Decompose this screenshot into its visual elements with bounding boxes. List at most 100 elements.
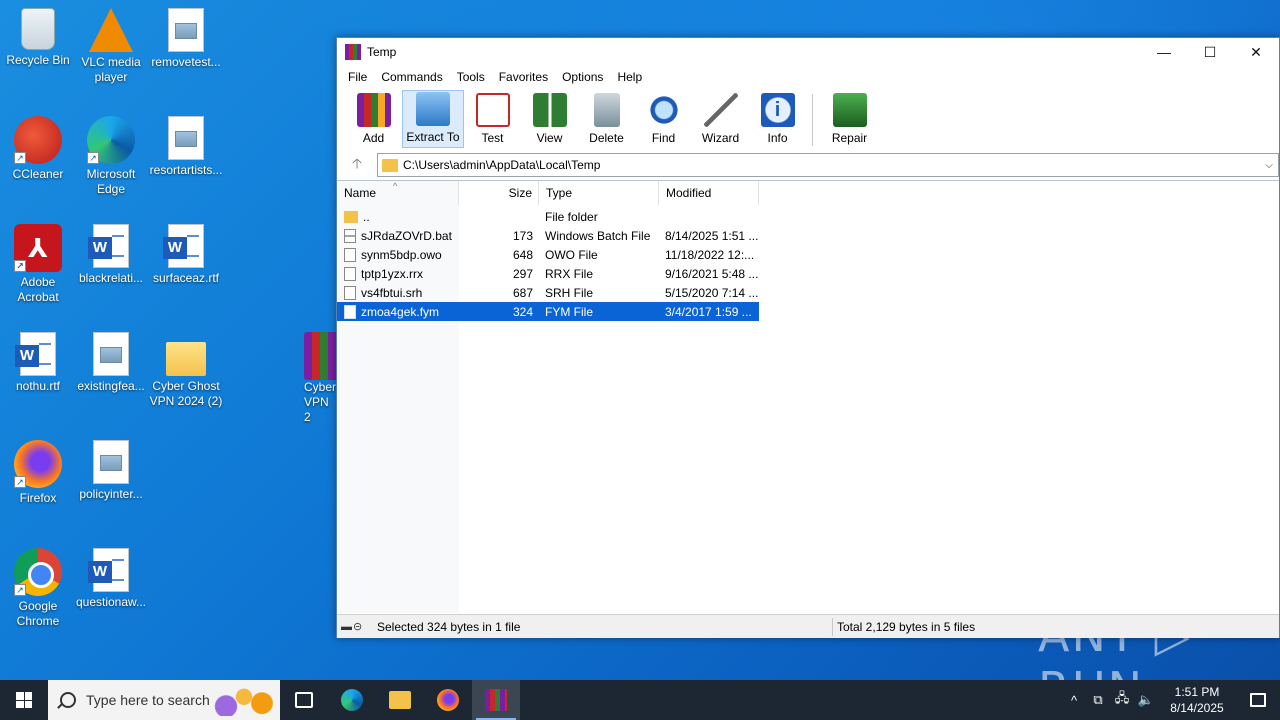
file-type: File folder (545, 209, 598, 224)
header-modified[interactable]: Modified (659, 181, 759, 205)
delete-button[interactable]: Delete (578, 90, 635, 148)
windows-logo-icon (16, 692, 32, 708)
firefox-icon (437, 689, 459, 711)
wizard-button[interactable]: Wizard (692, 90, 749, 148)
existingfea-file[interactable]: existingfea... (73, 332, 149, 394)
info-icon: i (760, 93, 795, 127)
table-row[interactable]: vs4fbtui.srh 687 SRH File 5/15/2020 7:14… (337, 283, 759, 302)
chevron-down-icon[interactable]: ⌵ (1260, 160, 1278, 171)
network-icon[interactable]: 🖧 (1110, 689, 1134, 711)
volume-icon[interactable]: 🔈 (1134, 692, 1158, 708)
table-row[interactable]: sJRdaZOVrD.bat 173 Windows Batch File 8/… (337, 226, 759, 245)
table-row[interactable]: .. File folder (337, 207, 759, 226)
test-button[interactable]: Test (464, 90, 521, 148)
edge-shortcut[interactable]: ↗ Microsoft Edge (73, 116, 149, 197)
desktop-icon-label: Firefox (19, 491, 57, 505)
taskbar-winrar[interactable] (472, 680, 520, 720)
taskbar-explorer[interactable] (376, 680, 424, 720)
title-bar[interactable]: Temp — ☐ ✕ (337, 38, 1279, 66)
policyinter-file[interactable]: policyinter... (73, 440, 149, 502)
header-name[interactable]: Name ^ (337, 181, 459, 205)
folder-icon (166, 342, 206, 376)
file-type: RRX File (545, 266, 594, 281)
surfaceaz-file[interactable]: W surfaceaz.rtf (148, 224, 224, 286)
file-explorer-icon (389, 691, 411, 709)
vlc-shortcut[interactable]: VLC media player (73, 8, 149, 85)
delete-label: Delete (589, 131, 624, 145)
chrome-icon: ↗ (14, 548, 62, 596)
file-type: FYM File (545, 304, 593, 319)
close-button[interactable]: ✕ (1233, 38, 1279, 66)
repair-button[interactable]: Repair (821, 90, 878, 148)
info-button[interactable]: i Info (749, 90, 806, 148)
word-document-icon: W (15, 332, 56, 376)
extract-to-button[interactable]: Extract To (402, 90, 464, 148)
address-bar: 🡡 C:\Users\admin\AppData\Local\Temp ⌵ (337, 152, 1279, 178)
removetest-file[interactable]: removetest... (148, 8, 224, 70)
winrar-app-icon (345, 44, 361, 60)
desktop-icon-label: existingfea... (77, 379, 145, 393)
maximize-button[interactable]: ☐ (1187, 38, 1233, 66)
view-button[interactable]: View (521, 90, 578, 148)
cyber-vpn-archive[interactable]: Cyber VPN 2 (286, 332, 336, 425)
resortartists-file[interactable]: resortartists... (148, 116, 224, 178)
task-view-button[interactable] (280, 680, 328, 720)
nothu-file[interactable]: W nothu.rtf (0, 332, 76, 394)
file-size: 687 (512, 285, 533, 300)
winrar-archive-icon (304, 332, 336, 380)
desktop-icon-label: VLC media player (81, 55, 141, 84)
table-row-selected[interactable]: zmoa4gek.fym 324 FYM File 3/4/2017 1:59 … (337, 302, 759, 321)
file-size: 173 (512, 228, 533, 243)
table-row[interactable]: synm5bdp.owo 648 OWO File 11/18/2022 12:… (337, 245, 759, 264)
menu-tools[interactable]: Tools (450, 70, 492, 84)
path-field[interactable]: C:\Users\admin\AppData\Local\Temp ⌵ (377, 153, 1279, 177)
up-arrow-icon[interactable]: 🡡 (337, 153, 377, 177)
questionaw-file[interactable]: W questionaw... (73, 548, 149, 610)
header-size[interactable]: Size (459, 181, 539, 205)
desktop-icon-label: nothu.rtf (15, 379, 61, 393)
magnifier-icon (646, 93, 681, 127)
chevron-up-icon[interactable]: ^ (1062, 693, 1086, 708)
column-headers: Name ^ Size Type Modified (337, 181, 1279, 205)
drive-icons[interactable]: ▬ ⊝ (337, 620, 377, 633)
menu-file[interactable]: File (341, 70, 374, 84)
desktop-icon-label: blackrelati... (78, 271, 144, 285)
notification-button[interactable] (1236, 693, 1280, 707)
desktop-icon-label: removetest... (151, 55, 221, 69)
chrome-shortcut[interactable]: ↗ Google Chrome (0, 548, 76, 629)
clock-date: 8/14/2025 (1170, 701, 1224, 715)
cyberghost-folder[interactable]: Cyber Ghost VPN 2024 (2) (148, 332, 224, 409)
word-document-icon: W (163, 224, 204, 268)
folder-icon (382, 158, 398, 172)
book-icon (532, 93, 567, 127)
menu-commands[interactable]: Commands (374, 70, 449, 84)
clock[interactable]: 1:51 PM 8/14/2025 (1158, 684, 1236, 716)
ccleaner-shortcut[interactable]: ↗ CCleaner (0, 116, 76, 182)
table-row[interactable]: tptp1yzx.rrx 297 RRX File 9/16/2021 5:48… (337, 264, 759, 283)
minimize-button[interactable]: — (1141, 38, 1187, 66)
start-button[interactable] (0, 680, 48, 720)
add-button[interactable]: Add (345, 90, 402, 148)
menu-options[interactable]: Options (555, 70, 610, 84)
meet-now-icon[interactable]: ⧉ (1086, 692, 1110, 708)
blackrelati-file[interactable]: W blackrelati... (73, 224, 149, 286)
file-modified: 5/15/2020 7:14 ... (665, 285, 759, 300)
menu-help[interactable]: Help (610, 70, 649, 84)
desktop-icon-label: Google Chrome (16, 599, 60, 628)
taskbar-edge[interactable] (328, 680, 376, 720)
firefox-icon: ↗ (14, 440, 62, 488)
recycle-bin-shortcut[interactable]: Recycle Bin (0, 8, 76, 68)
word-document-icon: W (88, 548, 129, 592)
menu-favorites[interactable]: Favorites (492, 70, 555, 84)
extract-folder-icon (416, 92, 450, 126)
taskbar-firefox[interactable] (424, 680, 472, 720)
file-name: vs4fbtui.srh (361, 285, 423, 300)
find-button[interactable]: Find (635, 90, 692, 148)
file-modified: 8/14/2025 1:51 ... (665, 228, 759, 243)
taskbar-search-box[interactable]: Type here to search (48, 680, 280, 720)
acrobat-shortcut[interactable]: ⅄ ↗ Adobe Acrobat (0, 224, 76, 305)
firefox-shortcut[interactable]: ↗ Firefox (0, 440, 76, 506)
header-type[interactable]: Type (539, 181, 659, 205)
edge-icon (341, 689, 363, 711)
file-name: tptp1yzx.rrx (361, 266, 424, 281)
